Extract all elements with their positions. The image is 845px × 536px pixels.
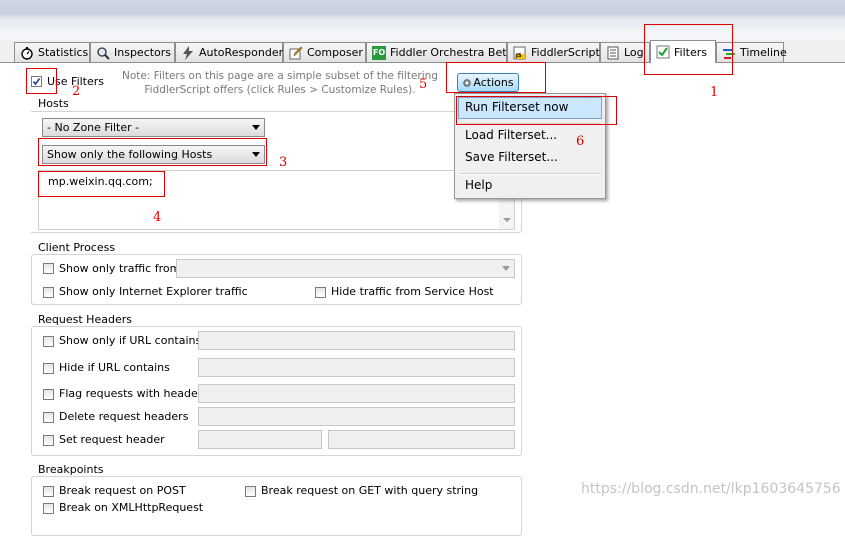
hide-if-url-label: Hide if URL contains: [59, 361, 170, 374]
hide-if-url-input[interactable]: [198, 358, 515, 377]
set-header-label: Set request header: [59, 433, 165, 446]
tab-label: Log: [624, 46, 644, 59]
tab-label: Statistics: [38, 46, 89, 59]
scroll-down-icon: [503, 218, 511, 222]
break-xml-checkbox[interactable]: [43, 503, 54, 514]
annotation-box-1: [644, 24, 733, 75]
tab-fiddler-orchestra[interactable]: FO Fiddler Orchestra Beta: [366, 42, 513, 62]
break-post-label: Break request on POST: [59, 484, 186, 497]
filters-note: Note: Filters on this page are a simple …: [122, 70, 438, 96]
document-icon: [606, 46, 620, 60]
traffic-from-checkbox[interactable]: [43, 263, 54, 274]
ie-traffic-checkbox[interactable]: [43, 287, 54, 298]
annotation-number-6: 6: [576, 134, 585, 149]
show-if-url-label: Show only if URL contains: [59, 334, 202, 347]
chevron-down-icon: [502, 266, 510, 271]
tab-fiddlerscript[interactable]: JS FiddlerScript: [507, 42, 600, 62]
zone-filter-select[interactable]: - No Zone Filter -: [42, 118, 265, 137]
annotation-number-2: 2: [72, 84, 81, 99]
menu-item-load-filterset[interactable]: Load Filterset...: [465, 128, 557, 142]
set-header-checkbox[interactable]: [43, 435, 54, 446]
flag-headers-checkbox[interactable]: [43, 389, 54, 400]
annotation-number-5: 5: [419, 77, 428, 92]
annotation-number-4: 4: [153, 210, 162, 225]
traffic-from-label: Show only traffic from: [59, 262, 181, 275]
hide-service-host-label: Hide traffic from Service Host: [331, 285, 494, 298]
delete-headers-input[interactable]: [198, 407, 515, 426]
tab-label: AutoResponder: [199, 46, 284, 59]
request-headers-title: Request Headers: [36, 313, 134, 326]
magnifier-icon: [96, 46, 110, 60]
break-post-checkbox[interactable]: [43, 486, 54, 497]
delete-headers-checkbox[interactable]: [43, 412, 54, 423]
tab-label: Composer: [307, 46, 363, 59]
flag-headers-label: Flag requests with headers: [59, 387, 208, 400]
stopwatch-icon: [20, 46, 34, 60]
hide-service-host-checkbox[interactable]: [315, 287, 326, 298]
js-icon: JS: [513, 46, 527, 60]
zone-filter-value: - No Zone Filter -: [47, 121, 140, 134]
annotation-box-5: [446, 62, 546, 93]
flag-headers-input[interactable]: [198, 384, 515, 403]
tab-label: Fiddler Orchestra Beta: [390, 46, 514, 59]
tab-label: FiddlerScript: [531, 46, 600, 59]
menu-item-help[interactable]: Help: [465, 178, 492, 192]
tab-label: Timeline: [740, 46, 787, 59]
break-get-checkbox[interactable]: [245, 486, 256, 497]
watermark-text: https://blog.csdn.net/lkp1603645756: [581, 481, 841, 497]
annotation-number-3: 3: [279, 155, 288, 170]
hosts-title: Hosts: [38, 97, 69, 110]
tab-composer[interactable]: Composer: [283, 42, 366, 62]
process-select[interactable]: [176, 259, 515, 278]
break-xml-label: Break on XMLHttpRequest: [59, 501, 204, 514]
client-process-title: Client Process: [36, 241, 118, 254]
show-if-url-input[interactable]: [198, 331, 515, 350]
js-badge: JS: [516, 52, 522, 59]
window-top-line: [0, 20, 845, 21]
lightning-icon: [181, 45, 195, 60]
break-get-label: Break request on GET with query string: [261, 484, 479, 497]
pencil-icon: [289, 46, 303, 60]
set-header-value-input[interactable]: [328, 430, 515, 449]
menu-item-save-filterset[interactable]: Save Filterset...: [465, 150, 558, 164]
annotation-number-1: 1: [710, 85, 719, 100]
tab-autoresponder[interactable]: AutoResponder: [175, 42, 283, 62]
breakpoints-title: Breakpoints: [36, 463, 106, 476]
annotation-box-6: [456, 96, 617, 125]
tab-inspectors[interactable]: Inspectors: [90, 42, 175, 62]
chevron-down-icon: [252, 125, 260, 130]
ie-traffic-label: Show only Internet Explorer traffic: [59, 285, 248, 298]
annotation-box-3: [38, 138, 267, 166]
tab-statistics[interactable]: Statistics: [14, 42, 90, 62]
hide-if-url-checkbox[interactable]: [43, 363, 54, 374]
delete-headers-label: Delete request headers: [59, 410, 189, 423]
set-header-name-input[interactable]: [198, 430, 322, 449]
tab-log[interactable]: Log: [600, 42, 650, 62]
annotation-box-4: [38, 171, 165, 197]
tab-label: Inspectors: [114, 46, 172, 59]
show-if-url-checkbox[interactable]: [43, 336, 54, 347]
fo-icon: FO: [372, 45, 386, 60]
annotation-box-2: [26, 68, 57, 94]
menu-separator: [459, 173, 601, 175]
